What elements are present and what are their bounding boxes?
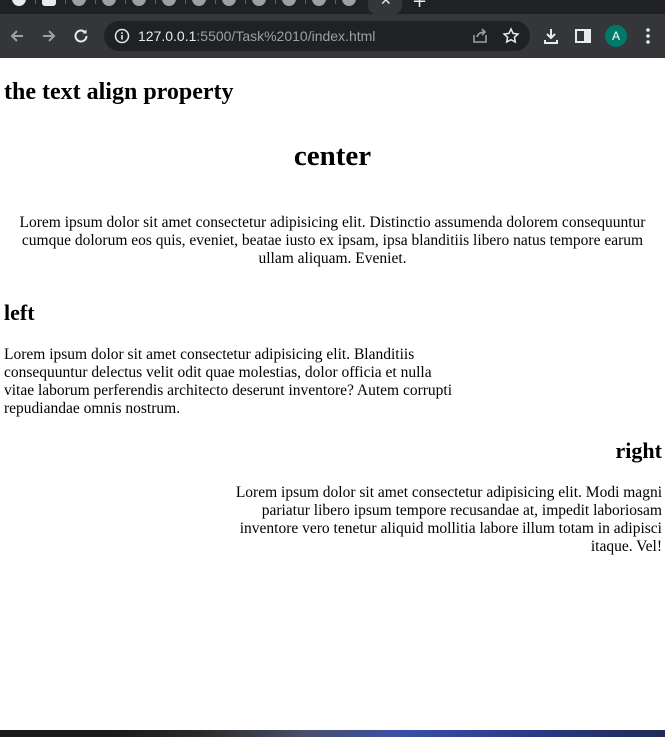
tab-separator xyxy=(125,0,126,4)
page-content: the text align property center Lorem ips… xyxy=(0,58,665,730)
tab-extension[interactable] xyxy=(40,0,66,12)
plus-icon[interactable]: + xyxy=(412,0,427,11)
kebab-menu-icon[interactable] xyxy=(640,26,656,46)
globe-icon xyxy=(282,0,296,6)
tab-github[interactable] xyxy=(10,0,36,12)
tab-separator xyxy=(215,0,216,4)
tab-page[interactable] xyxy=(190,0,216,12)
globe-icon xyxy=(222,0,236,6)
close-icon[interactable]: ✕ xyxy=(380,0,392,8)
share-icon[interactable] xyxy=(471,27,489,45)
right-heading: right xyxy=(615,438,662,463)
tab-page[interactable] xyxy=(220,0,246,12)
address-bar[interactable]: 127.0.0.1:5500/Task%2010/index.html xyxy=(104,21,530,51)
globe-icon xyxy=(132,0,146,6)
center-heading: center xyxy=(293,140,372,172)
center-paragraph: Lorem ipsum dolor sit amet consectetur a… xyxy=(19,214,646,267)
url-path: :5500/Task%2010/index.html xyxy=(196,28,376,44)
tab-active[interactable]: ✕ xyxy=(368,0,402,14)
browser-toolbar: 127.0.0.1:5500/Task%2010/index.html A xyxy=(0,14,665,58)
tab-separator xyxy=(35,0,36,4)
info-icon[interactable] xyxy=(114,28,130,44)
page-title: the text align property xyxy=(4,79,234,105)
tab-separator xyxy=(95,0,96,4)
profile-avatar[interactable]: A xyxy=(605,25,627,47)
star-icon[interactable] xyxy=(502,27,520,45)
globe-icon xyxy=(102,0,116,6)
tab-page[interactable] xyxy=(250,0,276,12)
url-text[interactable]: 127.0.0.1:5500/Task%2010/index.html xyxy=(138,27,375,45)
tab-page[interactable] xyxy=(70,0,96,12)
download-icon[interactable] xyxy=(541,26,561,46)
tab-separator xyxy=(335,0,336,4)
extension-icon xyxy=(42,0,56,6)
tab-separator xyxy=(185,0,186,4)
tab-page[interactable] xyxy=(310,0,336,12)
url-host: 127.0.0.1 xyxy=(138,28,197,44)
globe-icon xyxy=(162,0,176,6)
tab-page[interactable] xyxy=(160,0,186,12)
tab-separator xyxy=(305,0,306,4)
left-heading: left xyxy=(4,300,35,325)
tab-page[interactable] xyxy=(280,0,306,12)
os-taskbar xyxy=(0,730,665,737)
tab-separator xyxy=(245,0,246,4)
globe-icon xyxy=(312,0,326,6)
forward-button[interactable] xyxy=(35,22,63,50)
globe-icon xyxy=(72,0,86,6)
tab-separator xyxy=(155,0,156,4)
reload-icon xyxy=(74,29,88,43)
tab-separator xyxy=(275,0,276,4)
right-paragraph: Lorem ipsum dolor sit amet consectetur a… xyxy=(235,484,662,555)
globe-icon xyxy=(252,0,266,6)
left-paragraph: Lorem ipsum dolor sit amet consectetur a… xyxy=(4,346,453,417)
github-icon xyxy=(12,0,26,6)
side-panel-icon[interactable] xyxy=(573,26,593,46)
tab-page[interactable] xyxy=(100,0,126,12)
globe-icon xyxy=(342,0,356,6)
back-button[interactable] xyxy=(3,22,31,50)
tab-strip: ✕ + xyxy=(0,0,665,14)
tab-separator xyxy=(65,0,66,4)
tab-page[interactable] xyxy=(130,0,156,12)
globe-icon xyxy=(192,0,206,6)
arrow-right-icon xyxy=(43,30,56,42)
tab-page[interactable] xyxy=(340,0,360,12)
reload-button[interactable] xyxy=(67,22,95,50)
arrow-left-icon xyxy=(10,30,23,42)
